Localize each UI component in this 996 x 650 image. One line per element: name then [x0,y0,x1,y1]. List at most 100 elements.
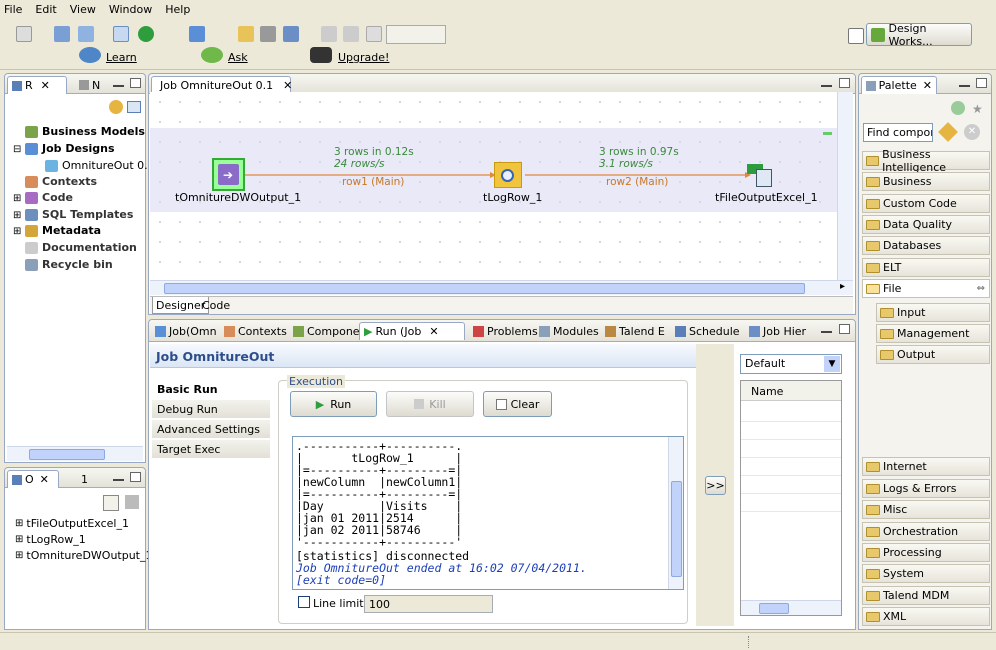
menu-help[interactable]: Help [165,3,190,16]
outline-item[interactable]: ⊞ tFileOutputExcel_1 [15,517,129,530]
tab-component[interactable]: Compone [289,322,364,340]
palette-settings-icon[interactable] [951,101,965,115]
tree-contexts[interactable]: Contexts [25,175,97,188]
tab-schedule[interactable]: Schedule [671,322,744,340]
minimize-icon[interactable] [959,85,970,87]
edit-icon[interactable] [238,26,254,42]
copy-icon[interactable] [366,26,382,42]
minimize-icon[interactable] [113,85,124,87]
expand-icon[interactable]: ⊞ [13,193,21,204]
tab-job[interactable]: Job(Omn [151,322,221,340]
clear-button[interactable]: Clear [483,391,552,417]
minimize-icon[interactable] [821,85,832,87]
import-icon[interactable] [78,26,94,42]
move-button[interactable]: >> [705,476,726,495]
palette-data-quality[interactable]: Data Quality [862,215,990,234]
link2-label[interactable]: row2 (Main) [606,176,668,188]
outline-item[interactable]: ⊞ tLogRow_1 [15,533,86,546]
palette-custom-code[interactable]: Custom Code [862,194,990,213]
job-designer-canvas[interactable]: ➔ tOmnitureDWOutput_1 tLogRow_1 tFileOut… [150,92,837,280]
refresh-icon[interactable] [109,100,123,114]
filter-icon[interactable] [127,101,141,113]
upload-icon[interactable] [283,26,299,42]
perspective-icon[interactable] [848,28,864,44]
palette-internet[interactable]: Internet [862,457,990,476]
expand-icon[interactable]: ⊟ [13,144,21,155]
palette-orchestration[interactable]: Orchestration [862,522,990,541]
chevron-down-icon[interactable]: ▼ [824,356,840,372]
maximize-icon[interactable] [976,78,987,88]
palette-processing[interactable]: Processing [862,543,990,562]
line-limit-input[interactable]: 100 [364,595,493,613]
tab-problems[interactable]: Problems [469,322,542,340]
menu-window[interactable]: Window [109,3,152,16]
tree-recycle-bin[interactable]: Recycle bin [25,258,113,271]
component-tlogrow[interactable] [494,162,522,188]
palette-logs-errors[interactable]: Logs & Errors [862,479,990,498]
horizontal-scrollbar[interactable] [7,446,143,461]
design-workspace-button[interactable]: Design Works... [866,22,972,48]
close-icon[interactable]: ✕ [40,473,49,486]
tree-view-icon[interactable] [103,495,119,511]
palette-system[interactable]: System [862,564,990,583]
tab-code[interactable]: Code [202,299,230,312]
tab-modules[interactable]: Modules [535,322,603,340]
search-icon[interactable] [938,122,958,142]
tab-contexts[interactable]: Contexts [220,322,291,340]
tab-palette[interactable]: Palette ✕ [861,76,937,94]
palette-misc[interactable]: Misc [862,500,990,519]
component-tomnituredwoutput[interactable]: ➔ [212,158,245,191]
minimize-icon[interactable] [113,479,124,481]
horizontal-scrollbar[interactable]: ▸ [150,280,853,295]
tree-business-models[interactable]: Business Models [25,125,145,138]
tree-sql-templates[interactable]: SQL Templates [25,208,133,221]
tree-omnitureout[interactable]: OmnitureOut 0.1 [45,159,155,172]
palette-file[interactable]: File ⇔ [862,279,990,298]
basic-run-tab[interactable]: Basic Run [152,380,270,399]
menu-file[interactable]: File [4,3,22,16]
close-icon[interactable]: ✕ [283,79,292,92]
run-button[interactable]: ▶ Run [290,391,377,417]
ask-link[interactable]: Ask [228,51,248,64]
tab-designer[interactable]: Designer [152,297,210,314]
advanced-settings-tab[interactable]: Advanced Settings [152,420,270,439]
component-tfileoutputexcel[interactable] [747,160,775,188]
find-icon[interactable] [113,26,129,42]
tab-run[interactable]: ▶ Run (Job ✕ [359,322,465,340]
redo-icon[interactable] [343,26,359,42]
close-icon[interactable]: ✕ [41,79,50,92]
palette-databases[interactable]: Databases [862,236,990,255]
favorite-icon[interactable]: ★ [972,102,983,116]
outline-item[interactable]: ⊞ tOmnitureDWOutput_1 [15,549,153,562]
tab-outline[interactable]: O ✕ [7,470,59,488]
tree-code[interactable]: Code [25,191,73,204]
clear-search-icon[interactable]: ✕ [964,124,980,140]
expand-icon[interactable]: ⊞ [13,210,21,221]
palette-xml[interactable]: XML [862,607,990,626]
tree-metadata[interactable]: Metadata [25,224,101,237]
kill-button[interactable]: Kill [386,391,474,417]
horizontal-scrollbar[interactable] [741,600,841,615]
scroll-right-icon[interactable]: ▸ [840,281,845,292]
upgrade-link[interactable]: Upgrade! [338,51,389,64]
expand-icon[interactable]: ⊞ [13,226,21,237]
minimize-icon[interactable] [821,331,832,333]
learn-link[interactable]: Learn [106,51,137,64]
tab-overflow[interactable]: 1 [77,470,92,488]
scroll-thumb[interactable] [164,283,805,294]
menu-view[interactable]: View [70,3,96,16]
debug-run-tab[interactable]: Debug Run [152,400,270,419]
maximize-icon[interactable] [839,78,850,88]
tree-job-designs[interactable]: Job Designs [25,142,115,155]
connect-icon[interactable] [189,26,205,42]
line-limit-checkbox[interactable] [298,596,310,608]
vertical-scrollbar[interactable] [837,92,853,280]
palette-business[interactable]: Business [862,172,990,191]
collapse-icon[interactable]: ⇔ [977,283,985,294]
toolbar-combo[interactable] [386,25,446,44]
palette-elt[interactable]: ELT [862,258,990,277]
palette-business-intelligence[interactable]: Business Intelligence [862,148,990,174]
palette-file-management[interactable]: Management [876,324,990,343]
palette-search-input[interactable]: Find compon [863,123,933,142]
tree-documentation[interactable]: Documentation [25,241,137,254]
